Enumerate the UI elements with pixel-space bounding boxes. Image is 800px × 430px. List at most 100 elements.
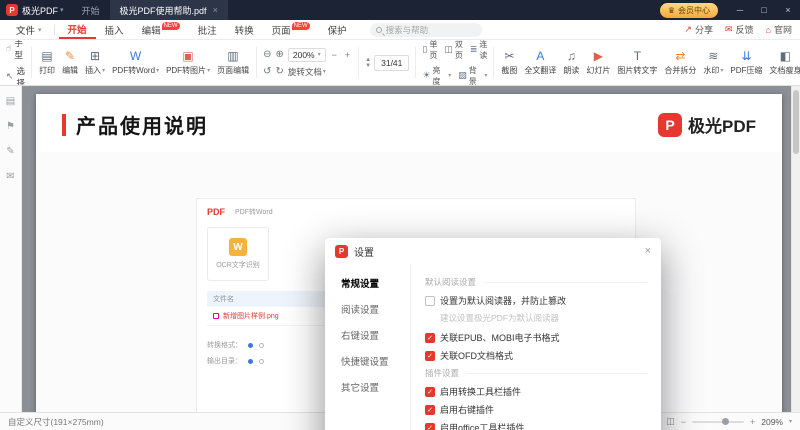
watermark-button[interactable]: ≋水印▾ xyxy=(700,48,726,78)
brightness-button[interactable]: ☀亮度▾ xyxy=(422,65,451,87)
search-box[interactable] xyxy=(370,23,482,37)
vertical-scrollbar[interactable] xyxy=(791,86,800,412)
checkbox-checked-icon[interactable]: ✓ xyxy=(425,387,435,397)
titlebar-tab-document[interactable]: 极光PDF使用帮助.pdf × xyxy=(110,0,228,20)
checkbox-checked-icon[interactable]: ✓ xyxy=(425,423,435,430)
share-button[interactable]: ↗分享 xyxy=(684,23,713,36)
menu-tab-protect[interactable]: 保护 xyxy=(319,20,356,39)
rotate-document-button[interactable]: 旋转文档▾ xyxy=(288,66,326,78)
zoom-slider[interactable] xyxy=(692,421,744,423)
menu-tab-edit[interactable]: 编辑NEW xyxy=(133,20,189,39)
menu-tab-start[interactable]: 开始 xyxy=(59,20,96,39)
merge-split-button[interactable]: ⇄合并拆分 xyxy=(661,48,699,78)
vip-center-button[interactable]: ♛ 会员中心 xyxy=(660,3,718,18)
website-button[interactable]: ⌂官网 xyxy=(766,23,792,36)
crown-icon: ♛ xyxy=(668,6,675,15)
dialog-content: 默认阅读设置 设置为默认阅读器，并防止篡改 建议设置极光PDF为默认阅读器 ✓ … xyxy=(411,264,661,430)
ofd-checkbox-row[interactable]: ✓ 关联OFD文档格式 xyxy=(425,349,647,362)
close-tab-icon[interactable]: × xyxy=(213,5,218,15)
single-page-button[interactable]: ▯单页 xyxy=(422,40,437,61)
menu-tab-page[interactable]: 页面NEW xyxy=(263,20,319,39)
page-down-icon[interactable]: ▼ xyxy=(365,63,371,69)
search-input[interactable] xyxy=(386,25,476,35)
zoom-out-button[interactable]: − xyxy=(681,417,686,427)
document-brand: P 极光PDF xyxy=(658,112,756,137)
zoom-increase-button[interactable]: + xyxy=(343,50,352,60)
divider xyxy=(54,25,55,35)
nav-reading-settings[interactable]: 阅读设置 xyxy=(325,296,410,322)
insert-button[interactable]: ⊞插入▾ xyxy=(82,48,108,78)
zoom-in-icon[interactable]: ⊕ xyxy=(275,49,283,60)
menu-tab-convert[interactable]: 转换 xyxy=(226,20,263,39)
translate-button[interactable]: A全文翻译 xyxy=(521,48,559,78)
divider xyxy=(256,47,257,78)
read-aloud-button[interactable]: ♫朗读 xyxy=(560,48,582,78)
compress-icon: ⇊ xyxy=(741,50,751,63)
annotations-icon[interactable]: ✎ xyxy=(6,146,14,157)
speaker-icon: ♫ xyxy=(567,50,576,63)
app-menu-caret-icon[interactable]: ▾ xyxy=(60,6,64,14)
default-reader-checkbox-row[interactable]: 设置为默认阅读器，并防止篡改 xyxy=(425,294,647,307)
attachments-icon[interactable]: ✉ xyxy=(6,171,14,182)
menu-tab-insert[interactable]: 插入 xyxy=(96,20,133,39)
screenshot-button[interactable]: ✂截图 xyxy=(498,48,520,78)
divider xyxy=(493,47,494,78)
zoom-level-select[interactable]: 200%▾ xyxy=(288,48,326,62)
zoom-group: ⊖ ⊕ 200%▾ − + ↺ ↻ 旋转文档▾ xyxy=(261,48,354,78)
epub-mobi-checkbox-row[interactable]: ✓ 关联EPUB、MOBI电子书格式 xyxy=(425,331,647,344)
checkbox-checked-icon[interactable]: ✓ xyxy=(425,405,435,415)
pdf-to-word-button[interactable]: WPDF转Word▾ xyxy=(109,48,162,78)
image-to-text-button[interactable]: T图片转文字 xyxy=(614,48,660,78)
page-edit-button[interactable]: ▥页面编辑 xyxy=(214,48,252,78)
print-button[interactable]: ▤打印 xyxy=(36,48,58,78)
minimize-button[interactable]: ─ xyxy=(728,0,752,20)
bookmarks-icon[interactable]: ⚑ xyxy=(6,121,15,132)
section-header: 插件设置 xyxy=(425,367,647,379)
dialog-header: P 设置 × xyxy=(325,238,661,264)
slideshow-button[interactable]: ▶幻灯片 xyxy=(583,48,613,78)
nav-other-settings[interactable]: 其它设置 xyxy=(325,374,410,400)
checkbox-checked-icon[interactable]: ✓ xyxy=(425,351,435,361)
hand-tool-button[interactable]: ☝手型 xyxy=(6,40,25,61)
convert-toolbar-plugin-row[interactable]: ✓ 启用转换工具栏插件 xyxy=(425,385,647,398)
zoom-slider-thumb[interactable] xyxy=(722,418,729,425)
office-toolbar-plugin-row[interactable]: ✓ 启用office工具栏插件 xyxy=(425,421,647,430)
feedback-button[interactable]: ✉反馈 xyxy=(725,23,754,36)
zoom-decrease-button[interactable]: − xyxy=(330,50,339,60)
zoom-out-icon[interactable]: ⊖ xyxy=(263,49,271,60)
left-panel-rail: ▤ ⚑ ✎ ✉ xyxy=(0,86,22,412)
rotate-left-icon[interactable]: ↺ xyxy=(263,66,271,77)
rotate-right-icon[interactable]: ↻ xyxy=(275,66,283,77)
scrollbar-thumb[interactable] xyxy=(793,90,799,154)
titlebar-tab-home[interactable]: 开始 xyxy=(72,0,110,20)
menu-tab-annotate[interactable]: 批注 xyxy=(189,20,226,39)
thumbnails-icon[interactable]: ▤ xyxy=(6,96,15,107)
checkbox-unchecked-icon[interactable] xyxy=(425,296,435,306)
maximize-button[interactable]: □ xyxy=(752,0,776,20)
nav-general-settings[interactable]: 常规设置 xyxy=(325,270,410,296)
brand-logo-icon: P xyxy=(658,113,682,137)
app-logo-icon: P xyxy=(6,4,18,16)
double-page-button[interactable]: ◫双页 xyxy=(444,40,463,61)
pencil-icon: ✎ xyxy=(65,50,75,63)
continuous-view-button[interactable]: ≣连读 xyxy=(470,40,488,61)
zoom-percentage[interactable]: 209% xyxy=(761,417,783,427)
file-menu-button[interactable]: 文件▾ xyxy=(8,23,50,37)
context-plugin-row[interactable]: ✓ 启用右键插件 xyxy=(425,403,647,416)
section-header: 默认阅读设置 xyxy=(425,276,647,288)
zoom-in-button[interactable]: + xyxy=(750,417,755,427)
close-window-button[interactable]: × xyxy=(776,0,800,20)
background-button[interactable]: ▨背景▾ xyxy=(458,65,487,87)
document-slim-button[interactable]: ◧文档瘦身 xyxy=(766,48,800,78)
pdf-compress-button[interactable]: ⇊PDF压缩 xyxy=(727,48,765,78)
nav-context-menu-settings[interactable]: 右键设置 xyxy=(325,322,410,348)
translate-icon: A xyxy=(536,50,544,63)
double-page-view-icon[interactable]: ◫ xyxy=(666,416,675,427)
select-tool-button[interactable]: ↖选择 xyxy=(6,65,25,87)
page-indicator[interactable]: 31/41 xyxy=(374,55,409,71)
edit-button[interactable]: ✎编辑 xyxy=(59,48,81,78)
nav-shortcut-settings[interactable]: 快捷键设置 xyxy=(325,348,410,374)
pdf-to-image-button[interactable]: ▣PDF转图片▾ xyxy=(163,48,213,78)
close-dialog-icon[interactable]: × xyxy=(645,245,651,257)
checkbox-checked-icon[interactable]: ✓ xyxy=(425,333,435,343)
